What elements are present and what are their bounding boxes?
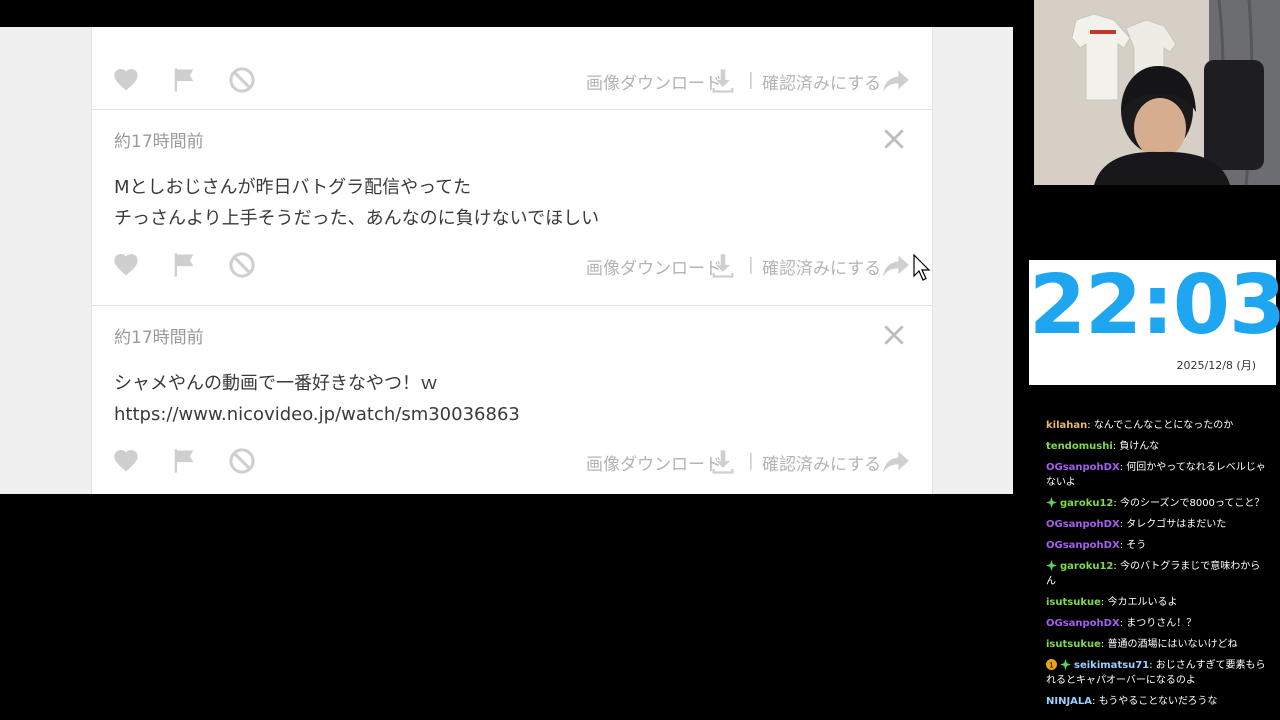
- timestamp: 約17時間前: [114, 328, 204, 348]
- message-list: とねる 画像ダウンロード | 確認済みにする 約17時間前 Mとしおじさんが昨日…: [91, 27, 933, 494]
- message-text: シャメやんの動画で一番好きなやつ！ｗ https://www.nicovideo…: [114, 368, 520, 430]
- chat-username[interactable]: OGsanpohDX: [1046, 540, 1120, 551]
- chat-username[interactable]: NINJALA: [1046, 696, 1092, 707]
- chat-username[interactable]: OGsanpohDX: [1046, 519, 1120, 530]
- clock-time: 22:03: [1029, 258, 1280, 353]
- chat-text: タレクゴサはまだいた: [1126, 519, 1227, 530]
- chat-text: なんでこんなことになったのか: [1093, 420, 1234, 431]
- close-icon[interactable]: [881, 322, 907, 348]
- chat-username[interactable]: isutsukue: [1046, 639, 1101, 650]
- timestamp: 約17時間前: [114, 132, 204, 152]
- separator: |: [748, 255, 754, 275]
- message-text: とねる: [114, 27, 168, 36]
- chat-username[interactable]: garoku12: [1060, 498, 1113, 509]
- chat-username[interactable]: kilahan: [1046, 420, 1087, 431]
- chat-text: 負けんな: [1119, 441, 1160, 452]
- chat-username[interactable]: tendomushi: [1046, 441, 1113, 452]
- close-icon[interactable]: [881, 126, 907, 152]
- chat-username[interactable]: OGsanpohDX: [1046, 462, 1120, 473]
- sparkle-badge-icon: [1046, 497, 1057, 508]
- subscriber-badge-icon: 1: [1046, 659, 1057, 670]
- chat-username[interactable]: isutsukue: [1046, 597, 1101, 608]
- chat-username[interactable]: seikimatsu71: [1074, 660, 1149, 671]
- chat-message: isutsukue: 普通の酒場にはいないけどね: [1040, 634, 1276, 655]
- chat-username[interactable]: OGsanpohDX: [1046, 618, 1120, 629]
- message-line: シャメやんの動画で一番好きなやつ！ｗ: [114, 373, 438, 394]
- heart-icon[interactable]: [112, 251, 140, 279]
- chat-message: OGsanpohDX: まつりさん！？: [1040, 613, 1276, 634]
- message-line: チっさんより上手そうだった、あんなのに負けないでほしい: [114, 208, 600, 229]
- heart-icon[interactable]: [112, 66, 140, 94]
- sparkle-badge-icon: [1060, 659, 1071, 670]
- download-icon[interactable]: [709, 252, 737, 280]
- chat-text: 今のシーズンで8000ってこと？: [1119, 498, 1265, 509]
- mouse-cursor-icon: [913, 254, 931, 281]
- list-item: 約17時間前 Mとしおじさんが昨日バトグラ配信やってた チっさんより上手そうだっ…: [92, 110, 932, 306]
- svg-text:1: 1: [1049, 660, 1054, 669]
- chat-message: 1 seikimatsu71: おじさんすぎて要素もられるとキャパオーバーになるの…: [1040, 655, 1276, 691]
- mark-confirmed-button[interactable]: 確認済みにする: [762, 69, 881, 94]
- webcam-image: [1034, 0, 1280, 185]
- action-bar: 画像ダウンロード | 確認済みにする: [92, 60, 932, 100]
- chat-text: もうやることないだろうな: [1098, 696, 1218, 707]
- forward-arrow-icon[interactable]: [882, 67, 910, 95]
- forward-arrow-icon[interactable]: [882, 252, 910, 280]
- download-image-button[interactable]: 画像ダウンロード: [586, 69, 722, 94]
- mark-confirmed-button[interactable]: 確認済みにする: [762, 450, 881, 475]
- chat-overlay: kilahan: なんでこんなことになったのか tendomushi: 負けんな O…: [1040, 415, 1276, 712]
- separator: |: [748, 70, 754, 90]
- download-icon[interactable]: [709, 448, 737, 476]
- chat-message: garoku12: 今のバトグラまじで意味わからん: [1040, 556, 1276, 592]
- list-item: 約17時間前 シャメやんの動画で一番好きなやつ！ｗ https://www.ni…: [92, 306, 932, 494]
- webcam-feed: [1034, 0, 1280, 185]
- chat-message: tendomushi: 負けんな: [1040, 436, 1276, 457]
- chat-username[interactable]: garoku12: [1060, 561, 1113, 572]
- download-image-button[interactable]: 画像ダウンロード: [586, 450, 722, 475]
- clock-widget: 22:03 2025/12/8 (月): [1029, 258, 1280, 385]
- flag-icon[interactable]: [170, 251, 198, 279]
- separator: |: [748, 451, 754, 471]
- list-item: とねる 画像ダウンロード | 確認済みにする: [92, 27, 932, 110]
- chat-message: OGsanpohDX: タレクゴサはまだいた: [1040, 514, 1276, 535]
- message-line: Mとしおじさんが昨日バトグラ配信やってた: [114, 177, 472, 198]
- chat-text: まつりさん！？: [1126, 618, 1197, 629]
- action-bar: 画像ダウンロード | 確認済みにする: [92, 245, 932, 285]
- clock-date: 2025/12/8 (月): [1176, 359, 1256, 372]
- block-icon[interactable]: [228, 66, 256, 94]
- message-line: とねる: [114, 27, 168, 36]
- chat-message: kilahan: なんでこんなことになったのか: [1040, 415, 1276, 436]
- chat-message: OGsanpohDX: 何回かやってなれるレベルじゃないよ: [1040, 457, 1276, 493]
- flag-icon[interactable]: [170, 66, 198, 94]
- message-text: Mとしおじさんが昨日バトグラ配信やってた チっさんより上手そうだった、あんなのに…: [114, 172, 599, 234]
- forward-arrow-icon[interactable]: [882, 448, 910, 476]
- download-icon[interactable]: [709, 67, 737, 95]
- chat-text: そう: [1126, 540, 1147, 551]
- chat-text: 普通の酒場にはいないけどね: [1107, 639, 1238, 650]
- chat-message: garoku12: 今のシーズンで8000ってこと？: [1040, 493, 1276, 514]
- flag-icon[interactable]: [170, 447, 198, 475]
- action-bar: 画像ダウンロード | 確認済みにする: [92, 441, 932, 481]
- chat-text: 今カエルいるよ: [1107, 597, 1178, 608]
- sparkle-badge-icon: [1046, 560, 1057, 571]
- heart-icon[interactable]: [112, 447, 140, 475]
- download-image-button[interactable]: 画像ダウンロード: [586, 254, 722, 279]
- block-icon[interactable]: [228, 447, 256, 475]
- chat-message: isutsukue: 今カエルいるよ: [1040, 592, 1276, 613]
- chat-message: OGsanpohDX: そう: [1040, 535, 1276, 556]
- message-link[interactable]: https://www.nicovideo.jp/watch/sm3003686…: [114, 399, 520, 430]
- block-icon[interactable]: [228, 251, 256, 279]
- mark-confirmed-button[interactable]: 確認済みにする: [762, 254, 881, 279]
- viewer-panel: とねる 画像ダウンロード | 確認済みにする 約17時間前 Mとしおじさんが昨日…: [0, 27, 1013, 494]
- chat-message: NINJALA: もうやることないだろうな: [1040, 691, 1276, 712]
